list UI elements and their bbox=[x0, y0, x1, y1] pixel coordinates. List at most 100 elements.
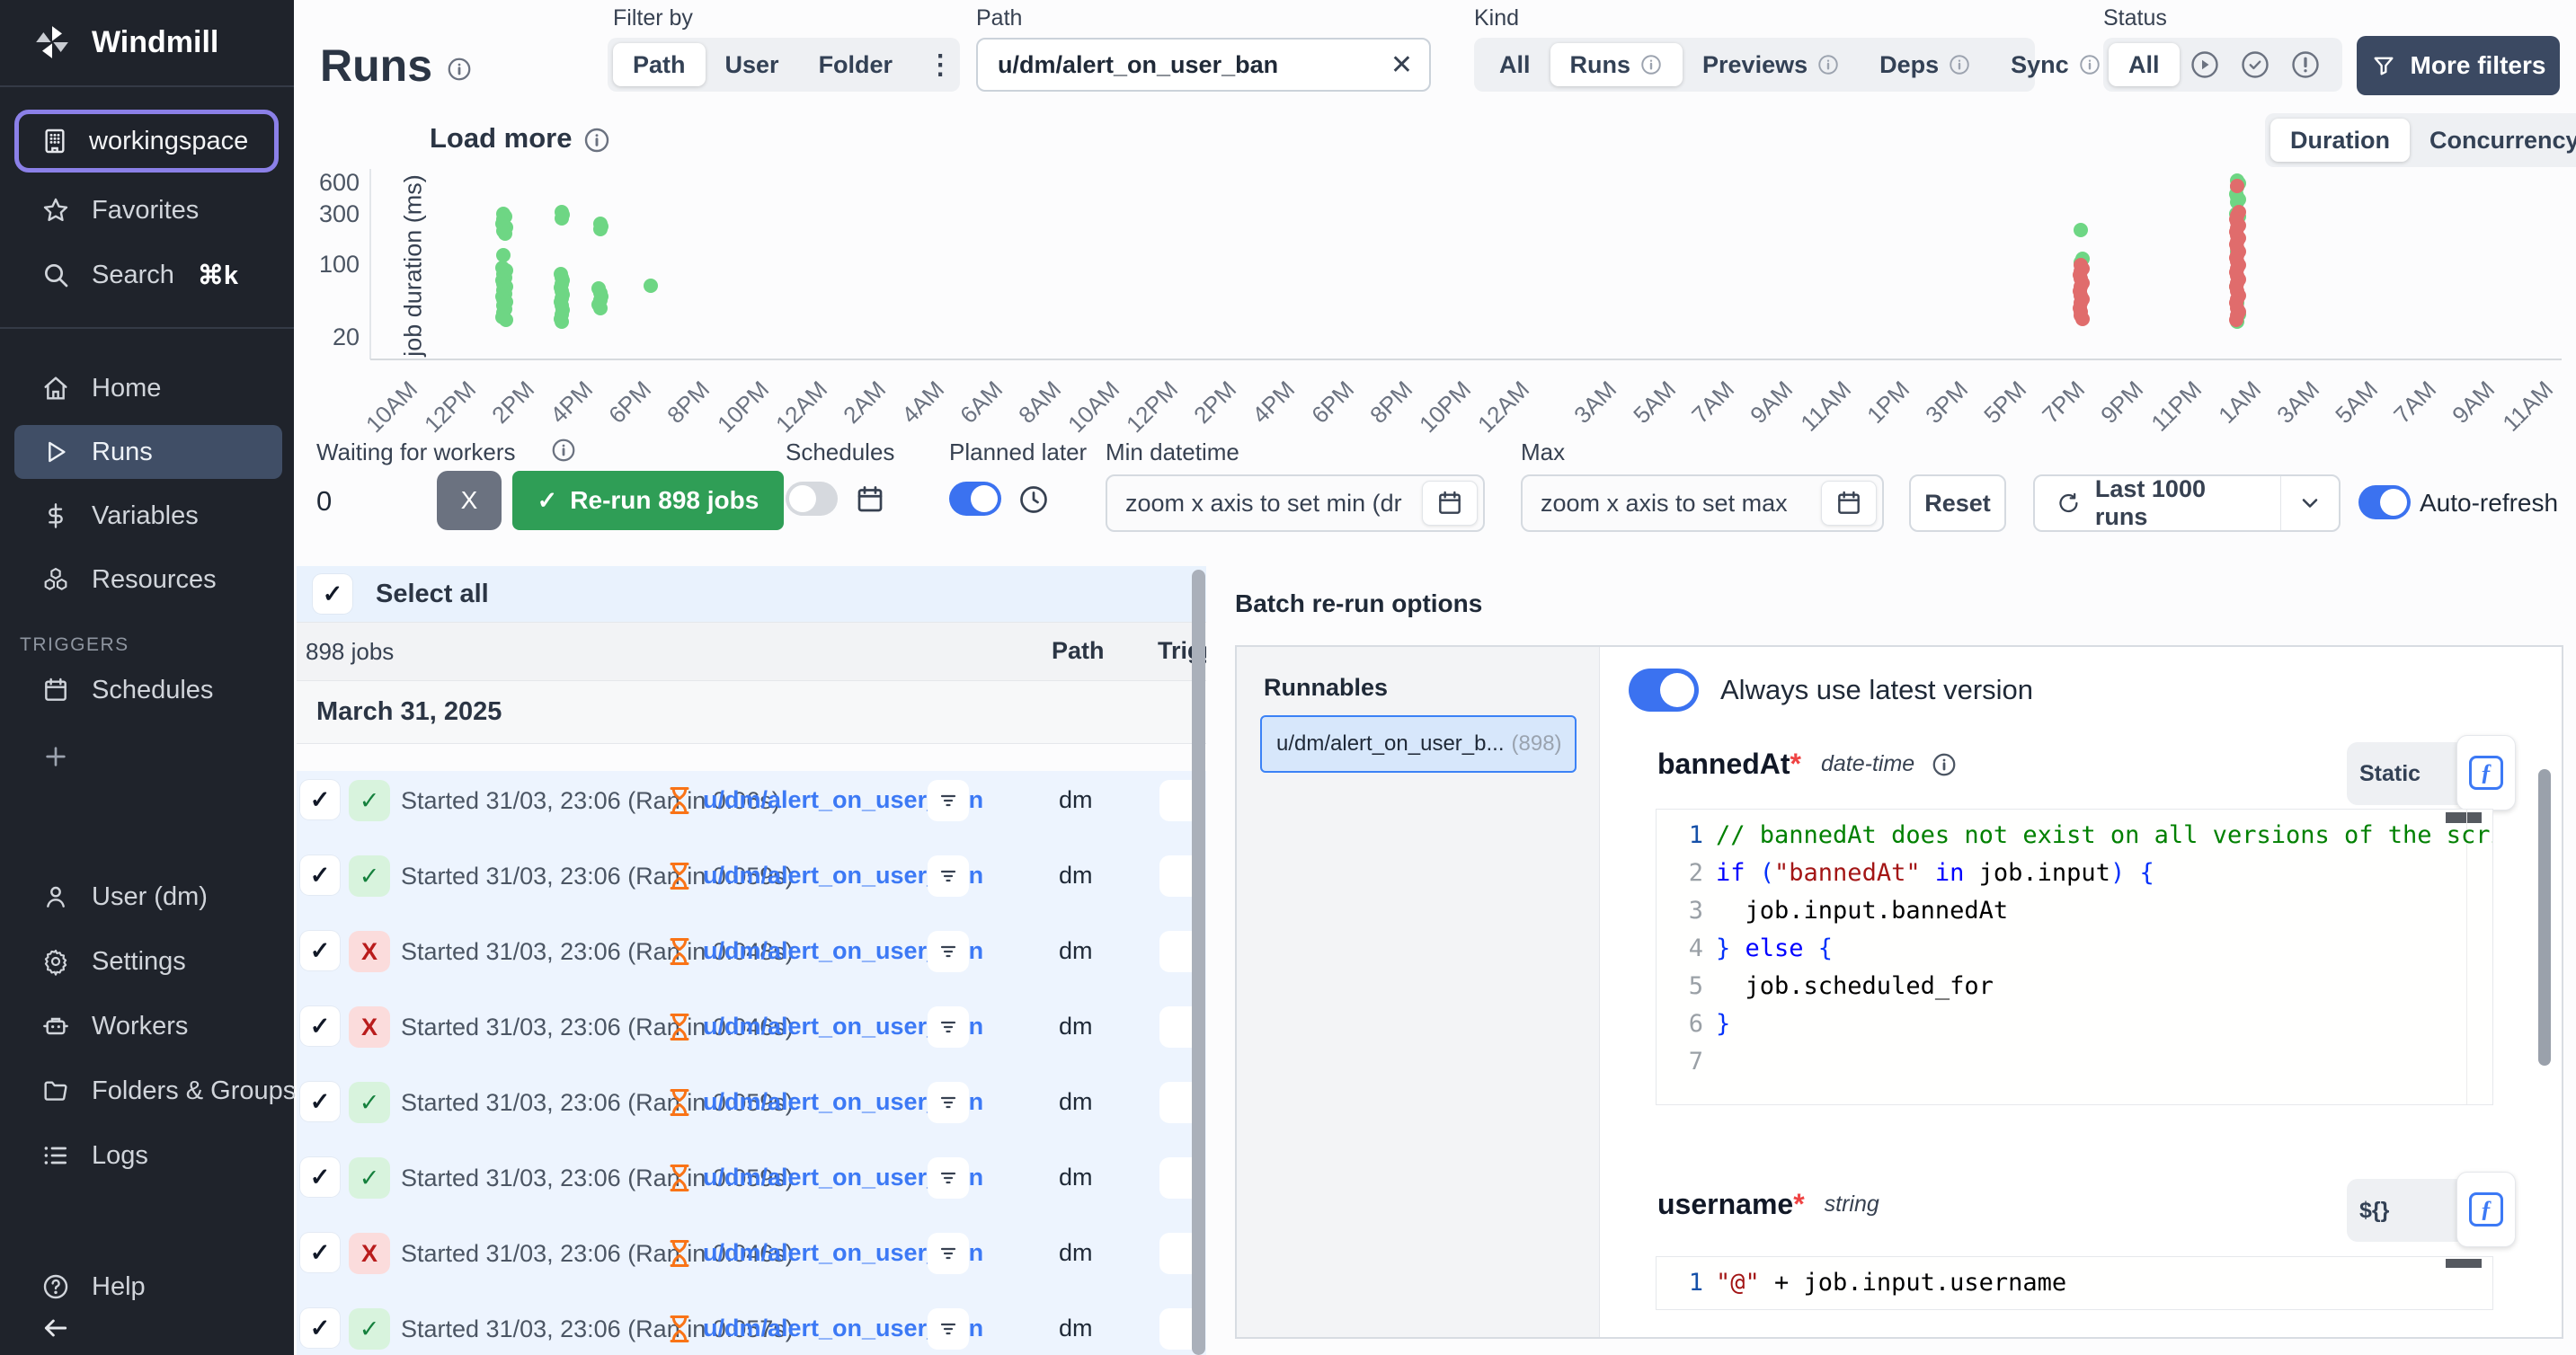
running-status-icon[interactable] bbox=[2189, 49, 2221, 81]
workspace-selector[interactable]: workingspace bbox=[14, 110, 279, 173]
run-row[interactable]: ✓XStarted 31/03, 23:06 (Ran in 0.046s)u/… bbox=[297, 988, 1206, 1064]
info-icon[interactable] bbox=[446, 56, 473, 83]
sidebar-item-label: Resources bbox=[92, 565, 217, 595]
kind-option-all[interactable]: All bbox=[1479, 43, 1550, 86]
list-scrollbar[interactable] bbox=[1192, 570, 1205, 1355]
sidebar-item-settings[interactable]: Settings bbox=[14, 934, 282, 988]
failure-run-dot[interactable] bbox=[2075, 312, 2090, 326]
sidebar-item-favorites[interactable]: Favorites bbox=[14, 183, 282, 237]
sidebar-item-variables[interactable]: Variables bbox=[14, 489, 282, 543]
sidebar-item-workers[interactable]: Workers bbox=[14, 999, 282, 1053]
info-icon[interactable] bbox=[1931, 751, 1958, 778]
collapse-sidebar-button[interactable] bbox=[14, 1301, 282, 1355]
select-all-checkbox[interactable]: ✓ bbox=[313, 574, 352, 614]
filter-by-path-button[interactable] bbox=[928, 1157, 969, 1199]
sidebar-item-search[interactable]: Search⌘k bbox=[14, 248, 282, 302]
row-checkbox[interactable]: ✓ bbox=[300, 1308, 340, 1348]
filter-by-path-button[interactable] bbox=[928, 931, 969, 972]
javascript-mode-button[interactable]: ƒ bbox=[2456, 1172, 2516, 1247]
select-all-row[interactable]: ✓ Select all bbox=[297, 566, 1206, 622]
clear-path-icon[interactable]: ✕ bbox=[1390, 49, 1413, 81]
more-filters-button[interactable]: More filters bbox=[2357, 36, 2560, 95]
row-checkbox[interactable]: ✓ bbox=[300, 1233, 340, 1272]
success-run-dot[interactable] bbox=[644, 279, 658, 293]
template-mode-button[interactable]: ${} bbox=[2359, 1179, 2389, 1242]
filter-by-path-button[interactable] bbox=[928, 1233, 969, 1274]
status-option-all[interactable]: All bbox=[2109, 43, 2180, 86]
filter-by-option-folder[interactable]: Folder bbox=[799, 43, 913, 86]
latest-version-toggle[interactable] bbox=[1629, 669, 1699, 712]
sidebar-item-schedules[interactable]: Schedules bbox=[14, 663, 282, 717]
info-icon[interactable] bbox=[582, 126, 611, 155]
run-row[interactable]: ✓✓Started 31/03, 23:06 (Ran in 0.059s)u/… bbox=[297, 837, 1206, 913]
run-row[interactable]: ✓✓Started 31/03, 23:06 (Ran in 0.059s)u/… bbox=[297, 1064, 1206, 1139]
failure-run-dot[interactable] bbox=[2230, 179, 2244, 193]
max-datetime-input[interactable]: zoom x axis to set max bbox=[1521, 474, 1884, 532]
filter-by-path-button[interactable] bbox=[928, 1006, 969, 1048]
min-datetime-calendar-button[interactable] bbox=[1422, 481, 1478, 526]
sidebar-item-resources[interactable]: Resources bbox=[14, 553, 282, 607]
success-run-dot[interactable] bbox=[593, 222, 608, 236]
min-datetime-input[interactable]: zoom x axis to set min (dr bbox=[1106, 474, 1485, 532]
rerun-jobs-button[interactable]: ✓ Re-run 898 jobs bbox=[512, 471, 784, 530]
row-checkbox[interactable]: ✓ bbox=[300, 1157, 340, 1197]
filter-by-more-icon[interactable]: ⋮ bbox=[912, 49, 968, 81]
sidebar-item-logs[interactable]: Logs bbox=[14, 1129, 282, 1182]
filter-by-option-path[interactable]: Path bbox=[613, 43, 706, 86]
failure-run-dot[interactable] bbox=[2229, 313, 2243, 327]
reset-button[interactable]: Reset bbox=[1909, 474, 2006, 532]
runs-count-dropdown-button[interactable] bbox=[2281, 476, 2339, 530]
bannedat-code-editor[interactable]: 1// bannedAt does not exist on all versi… bbox=[1656, 809, 2493, 1105]
sidebar-item-runs[interactable]: Runs bbox=[14, 425, 282, 479]
run-row[interactable]: ✓XStarted 31/03, 23:06 (Ran in 0.048s)u/… bbox=[297, 913, 1206, 988]
path-filter-input[interactable]: u/dm/alert_on_user_ban ✕ bbox=[976, 38, 1431, 92]
success-run-dot[interactable] bbox=[555, 211, 569, 226]
success-run-dot[interactable] bbox=[499, 313, 513, 327]
kind-option-previews[interactable]: Previews bbox=[1683, 43, 1860, 86]
row-checkbox[interactable]: ✓ bbox=[300, 855, 340, 895]
filter-by-path-button[interactable] bbox=[928, 780, 969, 821]
info-icon[interactable] bbox=[550, 437, 577, 464]
run-row[interactable]: ✓XStarted 31/03, 23:06 (Ran in 0.046s)u/… bbox=[297, 1215, 1206, 1290]
filter-by-path-button[interactable] bbox=[928, 855, 969, 897]
success-run-dot[interactable] bbox=[498, 226, 512, 241]
schedules-toggle[interactable] bbox=[786, 482, 838, 516]
run-row[interactable]: ✓✓Started 31/03, 23:06 (Ran in 0.059s)u/… bbox=[297, 1139, 1206, 1215]
load-more-button[interactable]: Load more bbox=[430, 122, 572, 155]
planned-later-toggle[interactable] bbox=[949, 482, 1001, 516]
filter-by-option-user[interactable]: User bbox=[706, 43, 799, 86]
success-run-dot[interactable] bbox=[593, 301, 608, 315]
auto-refresh-toggle[interactable] bbox=[2358, 485, 2411, 519]
row-checkbox[interactable]: ✓ bbox=[300, 1082, 340, 1121]
success-status-icon[interactable] bbox=[2239, 49, 2271, 81]
editor-scrollbar[interactable] bbox=[2446, 1259, 2482, 1268]
row-checkbox[interactable]: ✓ bbox=[300, 931, 340, 970]
sidebar-item-home[interactable]: Home bbox=[14, 361, 282, 415]
app-logo-row[interactable]: Windmill bbox=[0, 13, 294, 72]
chart-tab-concurrency[interactable]: Concurrency bbox=[2410, 119, 2576, 162]
kind-option-deps[interactable]: Deps bbox=[1860, 43, 1991, 86]
row-checkbox[interactable]: ✓ bbox=[300, 1006, 340, 1046]
success-run-dot[interactable] bbox=[2074, 223, 2088, 237]
filter-by-path-button[interactable] bbox=[928, 1308, 969, 1350]
row-checkbox[interactable]: ✓ bbox=[300, 780, 340, 819]
kind-option-sync[interactable]: Sync bbox=[1991, 43, 2121, 86]
kind-option-runs[interactable]: Runs bbox=[1550, 43, 1683, 86]
chart-tab-duration[interactable]: Duration bbox=[2270, 119, 2410, 162]
run-row[interactable]: ✓✓Started 31/03, 23:06 (Ran in 0.06s)u/d… bbox=[297, 762, 1206, 837]
username-code-editor[interactable]: 1"@" + job.input.username bbox=[1656, 1256, 2493, 1310]
run-row[interactable]: ✓✓Started 31/03, 23:06 (Ran in 0.057s)u/… bbox=[297, 1290, 1206, 1355]
javascript-mode-button[interactable]: ƒ bbox=[2456, 735, 2516, 810]
max-datetime-calendar-button[interactable] bbox=[1821, 481, 1877, 526]
static-mode-button[interactable]: Static bbox=[2359, 742, 2421, 805]
runnable-item[interactable]: u/dm/alert_on_user_b... (898) bbox=[1260, 715, 1577, 773]
failure-status-icon[interactable] bbox=[2289, 49, 2322, 81]
success-run-dot[interactable] bbox=[555, 314, 569, 329]
runs-count-refresh-button[interactable]: Last 1000 runs bbox=[2035, 476, 2280, 530]
sidebar-item-folders-groups[interactable]: Folders & Groups... bbox=[14, 1064, 282, 1118]
cancel-selection-button[interactable]: X bbox=[437, 471, 502, 530]
filter-by-path-button[interactable] bbox=[928, 1082, 969, 1123]
sidebar-item-user-dm[interactable]: User (dm) bbox=[14, 870, 282, 924]
panel-scrollbar[interactable] bbox=[2538, 769, 2551, 1066]
add-trigger-button[interactable] bbox=[14, 730, 282, 784]
